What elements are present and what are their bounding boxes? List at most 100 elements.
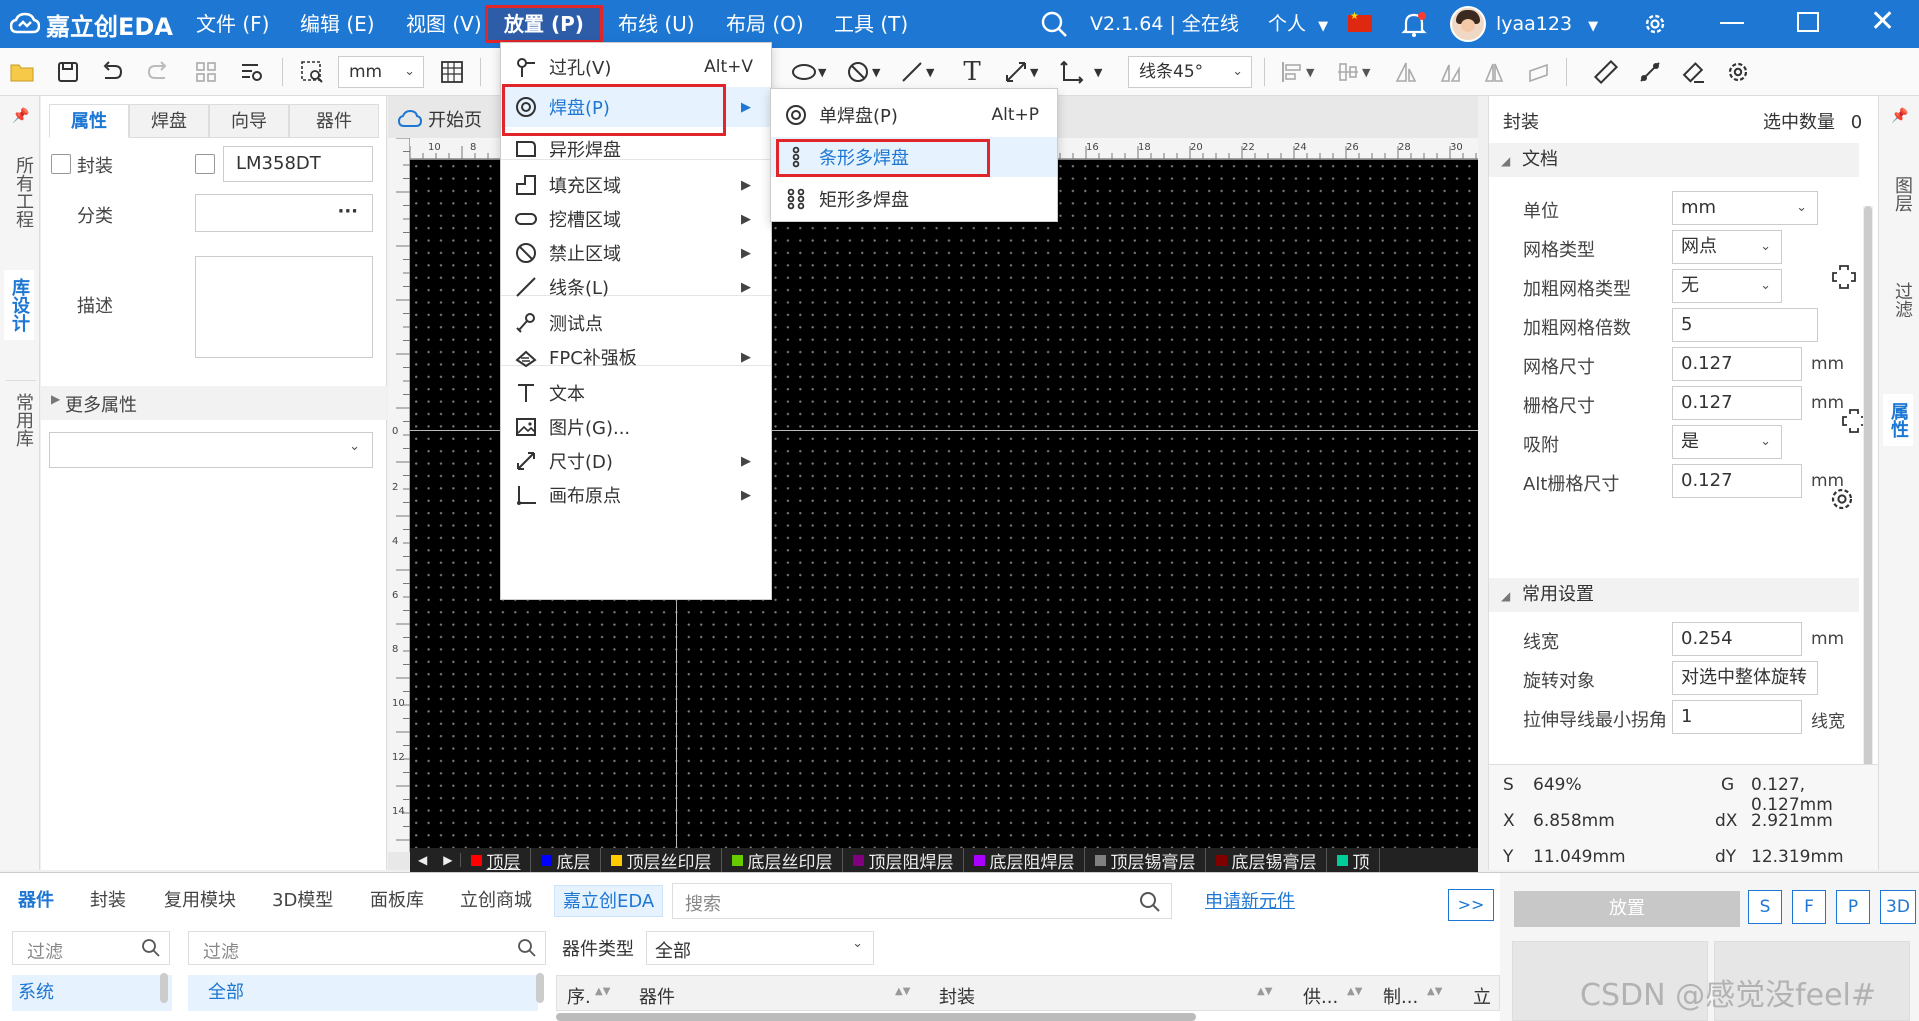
layer-item[interactable]: 底层阻焊层 (964, 848, 1086, 872)
vtab-layers[interactable]: 图层 (1885, 176, 1915, 212)
flip-vertical-icon[interactable] (1392, 58, 1420, 86)
language-flag-icon[interactable] (1348, 11, 1372, 32)
line-mode-select[interactable]: 线条45° ⌄ (1128, 56, 1252, 88)
sort-icon[interactable]: ▲▼ (1347, 986, 1362, 997)
place-menu-item[interactable]: 线条(L) ▶ (501, 267, 771, 307)
flip-angle-icon[interactable] (1436, 58, 1464, 86)
distribute-icon[interactable] (1334, 58, 1362, 86)
category-field[interactable]: ··· (195, 194, 373, 232)
vtab-properties[interactable]: 属性 (1883, 394, 1913, 446)
preview-mode-s-button[interactable]: S (1748, 890, 1782, 924)
search-icon[interactable] (1040, 10, 1068, 43)
ruler-measure-icon[interactable] (1592, 58, 1620, 86)
layer-item[interactable]: 顶 (1327, 848, 1381, 872)
column-header-footprint[interactable]: 封装 (939, 983, 975, 1009)
sort-icon[interactable]: ▲▼ (1257, 986, 1272, 997)
place-menu-item[interactable]: 画布原点 ▶ (501, 475, 771, 515)
menu-edit[interactable]: 编辑 (E) (294, 8, 381, 40)
search-icon[interactable] (1139, 891, 1161, 913)
grid-layout-icon[interactable] (192, 58, 220, 86)
bottom-tab-3d-models[interactable]: 3D模型 (272, 885, 333, 917)
search-list-icon[interactable] (238, 58, 266, 86)
setting-input[interactable]: 1 (1672, 700, 1802, 734)
menu-view[interactable]: 视图 (V) (400, 8, 488, 40)
menu-tools[interactable]: 工具 (T) (828, 8, 914, 40)
sort-icon[interactable]: ▲▼ (595, 986, 610, 997)
component-type-select[interactable]: 全部 ⌄ (646, 931, 874, 965)
mode-selector[interactable]: 个人 ▼ (1268, 8, 1328, 40)
subcategory-scrollbar[interactable] (536, 973, 544, 1003)
minimize-icon[interactable] (1720, 22, 1744, 24)
menu-place[interactable]: 放置 (P) (485, 5, 603, 43)
category-scrollbar[interactable] (160, 973, 168, 1003)
user-menu[interactable]: lyaa123 ▼ (1496, 8, 1598, 40)
setting-input[interactable]: 0.127 (1672, 347, 1802, 381)
connect-pad-icon[interactable] (1636, 58, 1664, 86)
doc-tab-start[interactable]: 开始页 (398, 102, 482, 136)
panel-scrollbar[interactable] (1863, 206, 1873, 806)
align-left-icon[interactable] (1278, 58, 1306, 86)
place-menu-item[interactable]: FPC补强板 ▶ (501, 337, 771, 377)
more-properties-header[interactable]: ▶ 更多属性 (41, 386, 387, 420)
chevron-down-icon[interactable]: ▼ (1306, 66, 1314, 79)
tab-pads[interactable]: 焊盘 (129, 104, 209, 138)
setting-select[interactable]: mm ⌄ (1672, 191, 1818, 225)
chevron-down-icon[interactable]: ▼ (818, 66, 826, 79)
column-header-manufacturer[interactable]: 制... (1383, 983, 1418, 1009)
chevron-down-icon[interactable]: ▼ (872, 66, 880, 79)
expand-panel-button[interactable]: >> (1448, 889, 1494, 921)
description-field[interactable] (195, 256, 373, 358)
toolbar-settings-gear-icon[interactable] (1724, 58, 1752, 86)
footprint-checkbox[interactable] (51, 154, 71, 174)
save-icon[interactable] (54, 58, 82, 86)
setting-select[interactable]: 无 ⌄ (1672, 269, 1782, 303)
layer-item[interactable]: 底层 (531, 848, 602, 872)
bottom-tab-panel-library[interactable]: 面板库 (370, 885, 424, 917)
bottom-tab-components[interactable]: 器件 (18, 885, 54, 917)
category-more-icon[interactable]: ··· (337, 201, 358, 222)
preview-mode-f-button[interactable]: F (1792, 890, 1826, 924)
setting-select[interactable]: 是 ⌄ (1672, 425, 1782, 459)
search-icon[interactable] (517, 938, 537, 958)
sort-icon[interactable]: ▲▼ (1427, 986, 1442, 997)
search-icon[interactable] (141, 938, 161, 958)
column-header-lcsc[interactable]: 立 (1473, 983, 1491, 1009)
close-icon[interactable]: ✕ (1870, 4, 1895, 40)
setting-input[interactable]: 0.127 (1672, 386, 1802, 420)
pin-icon[interactable]: 📌 (1891, 108, 1908, 124)
layer-item[interactable]: 底层锡膏层 (1206, 848, 1328, 872)
setting-select[interactable]: 对选中整体旋转 ⌄ (1672, 661, 1818, 695)
origin-tool-icon[interactable] (1058, 58, 1086, 86)
layer-item[interactable]: 底层丝印层 (722, 848, 844, 872)
vtab-all-projects[interactable]: 所有工程 (6, 156, 36, 228)
sort-icon[interactable]: ▲▼ (895, 986, 910, 997)
chevron-down-icon[interactable]: ▼ (926, 66, 934, 79)
avatar[interactable] (1450, 6, 1486, 42)
tab-properties[interactable]: 属性 (49, 104, 129, 138)
ellipse-icon[interactable] (790, 58, 818, 86)
chevron-down-icon[interactable]: ▼ (1030, 66, 1038, 79)
no-entry-icon[interactable] (844, 58, 872, 86)
layer-item[interactable]: 顶层丝印层 (601, 848, 723, 872)
table-scrollbar[interactable] (556, 1013, 1196, 1021)
place-menu-item[interactable]: 过孔(V) Alt+V (501, 47, 771, 87)
setting-input[interactable]: 5 (1672, 308, 1818, 342)
pad-submenu-item[interactable]: 条形多焊盘 (771, 137, 1057, 177)
layer-scroll-left-icon[interactable]: ◀ (410, 853, 435, 867)
chevron-down-icon[interactable]: ▼ (1094, 66, 1102, 79)
menu-file[interactable]: 文件 (F) (190, 8, 275, 40)
column-header-index[interactable]: 序. (567, 983, 591, 1009)
footprint-value-checkbox[interactable] (195, 154, 215, 174)
doc-section-header[interactable]: ◢ 文档 (1489, 143, 1859, 177)
bottom-tab-jlceda[interactable]: 嘉立创EDA (554, 885, 664, 917)
unit-select[interactable]: mm ⌄ (338, 56, 424, 88)
common-section-header[interactable]: ◢ 常用设置 (1489, 578, 1859, 612)
mirror-icon[interactable] (1480, 58, 1508, 86)
place-button[interactable]: 放置 (1514, 891, 1740, 927)
undo-icon[interactable] (98, 58, 126, 86)
snap-settings-gear-icon[interactable] (1829, 486, 1855, 517)
place-menu-item[interactable]: 焊盘(P) ▶ (501, 87, 771, 127)
pad-submenu-item[interactable]: 单焊盘(P) Alt+P (771, 95, 1057, 135)
layer-item[interactable]: 顶层阻焊层 (843, 848, 965, 872)
bottom-tab-lcsc-mall[interactable]: 立创商城 (460, 885, 532, 917)
